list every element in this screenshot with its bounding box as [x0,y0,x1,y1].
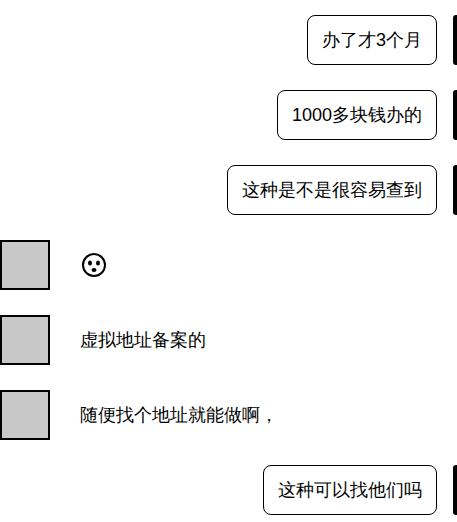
message-bubble: 这种可以找他们吗 [263,465,437,515]
message-row: 这种是不是很容易查到 [0,164,457,216]
avatar [453,465,457,515]
message-row: 虚拟地址备案的 [0,314,457,366]
message-text: 办了才3个月 [322,27,422,53]
message-row: 这种可以找他们吗 [0,464,457,516]
avatar [453,165,457,215]
avatar [0,315,50,365]
message-row [0,239,457,291]
message-text: 虚拟地址备案的 [80,327,206,353]
message-row: 1000多块钱办的 [0,89,457,141]
message-text: 随便找个地址就能做啊， [80,402,278,428]
speechless-face-icon [80,251,108,279]
message-row: 随便找个地址就能做啊， [0,389,457,441]
avatar [0,240,50,290]
chat-screen: 办了才3个月 1000多块钱办的这种是不是很容易查到虚拟地址备案的随便找个地址就能… [0,0,457,522]
message-bubble: 办了才3个月 [307,15,437,65]
message-bubble: 1000多块钱办的 [277,90,437,140]
avatar [453,15,457,65]
message-bubble: 这种是不是很容易查到 [227,165,437,215]
avatar [453,90,457,140]
message-text: 1000多块钱办的 [292,102,422,128]
message-row: 办了才3个月 [0,14,457,66]
avatar [0,390,50,440]
message-text: 这种是不是很容易查到 [242,177,422,203]
message-text: 这种可以找他们吗 [278,477,422,503]
